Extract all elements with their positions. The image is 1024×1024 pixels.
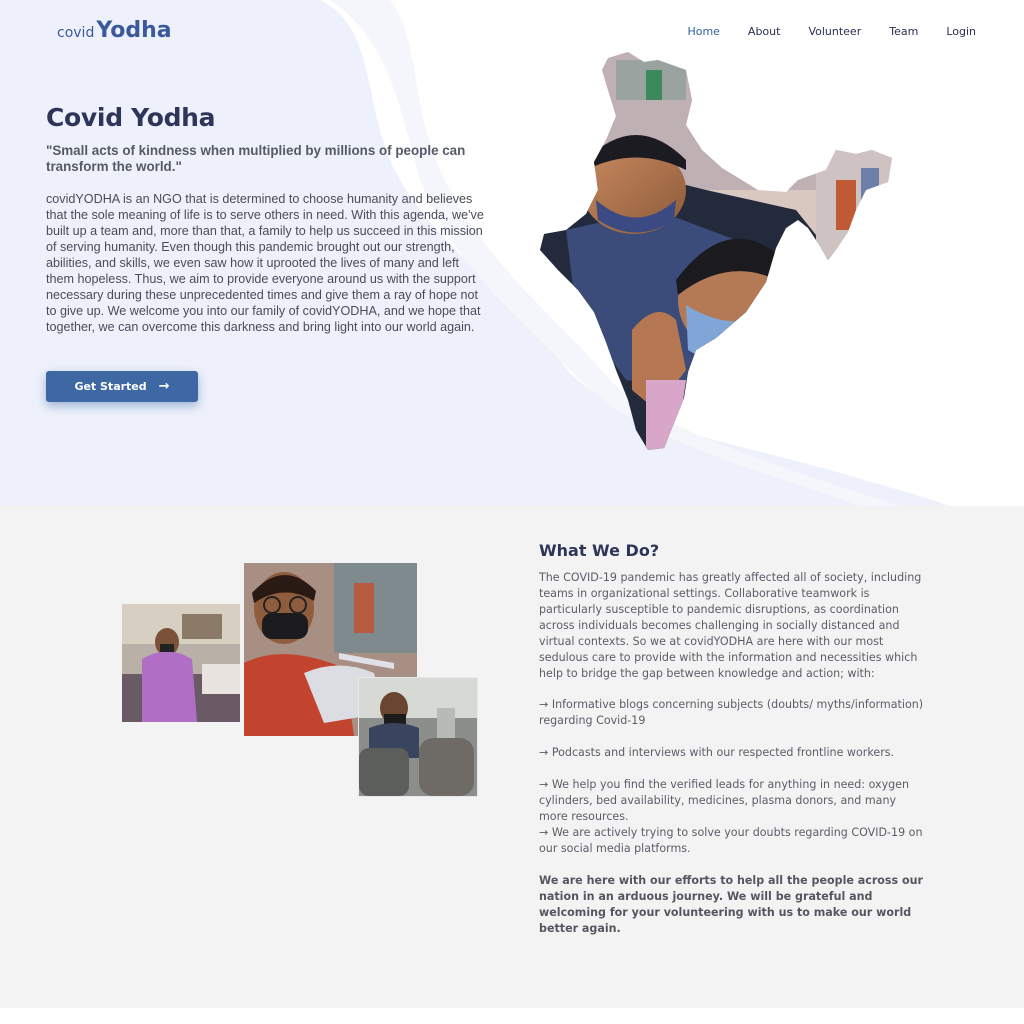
what-we-do-section: What We Do? The COVID-19 pandemic has gr… xyxy=(0,506,1024,1008)
get-started-label: Get Started xyxy=(74,380,147,393)
arrow-right-icon: → xyxy=(539,746,552,759)
hero-title: Covid Yodha xyxy=(46,103,216,132)
nav-home[interactable]: Home xyxy=(687,25,719,38)
arrow-right-icon: → xyxy=(539,826,552,839)
get-started-button[interactable]: Get Started → xyxy=(46,371,198,402)
list-item: → We are actively trying to solve your d… xyxy=(539,825,924,857)
oxygen-cylinder-photo xyxy=(358,677,478,797)
hospital-patient-photo xyxy=(122,604,240,722)
what-we-do-closing: We are here with our efforts to help all… xyxy=(539,874,923,935)
nav-volunteer[interactable]: Volunteer xyxy=(808,25,861,38)
brand-logo[interactable]: covid Yodha xyxy=(57,18,172,43)
list-item: → We help you find the verified leads fo… xyxy=(539,777,924,825)
arrow-right-icon: → xyxy=(539,698,552,711)
hero-section: covid Yodha Home About Volunteer Team Lo… xyxy=(0,0,1024,506)
logo-prefix: covid xyxy=(57,25,95,41)
nav-about[interactable]: About xyxy=(748,25,781,38)
top-navigation: Home About Volunteer Team Login xyxy=(687,25,976,38)
arrow-right-icon: → xyxy=(158,379,170,394)
arrow-right-icon: → xyxy=(539,778,552,791)
list-item-text: We help you find the verified leads for … xyxy=(539,778,910,823)
what-we-do-intro: The COVID-19 pandemic has greatly affect… xyxy=(539,571,922,680)
list-item-text: Informative blogs concerning subjects (d… xyxy=(539,698,924,727)
hero-quote: "Small acts of kindness when multiplied … xyxy=(46,143,466,174)
nav-team[interactable]: Team xyxy=(889,25,918,38)
logo-main: Yodha xyxy=(96,18,172,43)
list-item: → Informative blogs concerning subjects … xyxy=(539,697,924,729)
nav-login[interactable]: Login xyxy=(946,25,976,38)
hero-description: covidYODHA is an NGO that is determined … xyxy=(46,192,484,334)
list-item-text: Podcasts and interviews with our respect… xyxy=(551,746,895,759)
list-item: → Podcasts and interviews with our respe… xyxy=(539,745,924,761)
india-map-image xyxy=(540,52,892,450)
what-we-do-title: What We Do? xyxy=(539,541,660,560)
list-item-text: We are actively trying to solve your dou… xyxy=(539,826,923,855)
